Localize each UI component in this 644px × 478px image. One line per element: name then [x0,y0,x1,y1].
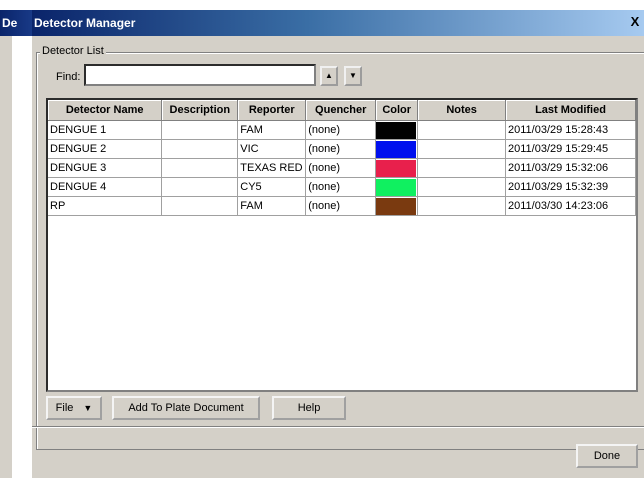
color-cell [375,177,419,197]
detector-name-cell: DENGUE 4 [48,177,163,197]
reporter-cell: FAM [237,120,307,140]
up-arrow-icon: ▲ [325,71,333,80]
detector-manager-dialog: Detector Manager X Detector List Find: ▲… [32,10,644,478]
description-cell [161,196,239,216]
quencher-cell: (none) [305,196,377,216]
table-row[interactable]: DENGUE 3 TEXAS RED (none) 2011/03/29 15:… [48,158,636,178]
help-label: Help [297,402,321,414]
column-header-detector-name[interactable]: Detector Name [48,100,163,121]
done-button[interactable]: Done [576,444,638,468]
color-cell [375,196,419,216]
color-swatch [376,121,417,139]
detector-table[interactable]: Detector Name Description Reporter Quenc… [46,98,638,392]
last-modified-cell: 2011/03/29 15:32:06 [505,158,636,178]
reporter-cell: CY5 [237,177,307,197]
down-arrow-icon: ▼ [349,71,357,80]
color-swatch [376,178,417,196]
column-header-color[interactable]: Color [375,100,419,121]
column-header-description[interactable]: Description [161,100,239,121]
notes-cell [417,158,507,178]
last-modified-cell: 2011/03/30 14:23:06 [505,196,636,216]
notes-cell [417,177,507,197]
description-cell [161,177,239,197]
description-cell [161,120,239,140]
detector-list-label: Detector List [40,44,106,58]
detector-name-cell: DENGUE 1 [48,120,163,140]
last-modified-cell: 2011/03/29 15:28:43 [505,120,636,140]
quencher-cell: (none) [305,177,377,197]
table-row[interactable]: DENGUE 2 VIC (none) 2011/03/29 15:29:45 [48,139,636,159]
detector-name-cell: RP [48,196,163,216]
dialog-title: Detector Manager [34,16,136,30]
add-to-plate-label: Add To Plate Document [128,402,244,414]
table-header-row: Detector Name Description Reporter Quenc… [48,100,636,121]
file-menu-button[interactable]: File ▼ [46,396,102,420]
file-button-label: File [55,402,74,414]
quencher-cell: (none) [305,120,377,140]
detector-name-cell: DENGUE 3 [48,158,163,178]
description-cell [161,158,239,178]
add-to-plate-document-button[interactable]: Add To Plate Document [112,396,260,420]
detector-name-cell: DENGUE 2 [48,139,163,159]
notes-cell [417,196,507,216]
column-header-quencher[interactable]: Quencher [305,100,377,121]
quencher-cell: (none) [305,158,377,178]
color-cell [375,158,419,178]
color-swatch [376,140,417,158]
screen-top-strip [0,0,644,10]
notes-cell [417,139,507,159]
column-header-last-modified[interactable]: Last Modified [505,100,636,121]
dialog-titlebar[interactable]: Detector Manager X [32,10,644,36]
column-header-notes[interactable]: Notes [417,100,507,121]
description-cell [161,139,239,159]
color-cell [375,139,419,159]
find-label: Find: [56,71,81,83]
table-row[interactable]: DENGUE 4 CY5 (none) 2011/03/29 15:32:39 [48,177,636,197]
reporter-cell: VIC [237,139,307,159]
quencher-cell: (none) [305,139,377,159]
notes-cell [417,120,507,140]
done-label: Done [593,450,621,462]
last-modified-cell: 2011/03/29 15:29:45 [505,139,636,159]
help-button[interactable]: Help [272,396,346,420]
footer-divider [32,426,644,428]
find-previous-button[interactable]: ▲ [320,66,338,86]
background-window-title: De [0,10,36,36]
chevron-down-icon: ▼ [83,403,93,413]
color-swatch [376,159,417,177]
color-cell [375,120,419,140]
reporter-cell: TEXAS RED [237,158,307,178]
find-input[interactable] [84,64,316,86]
column-header-reporter[interactable]: Reporter [237,100,307,121]
reporter-cell: FAM [237,196,307,216]
table-row[interactable]: RP FAM (none) 2011/03/30 14:23:06 [48,196,636,216]
close-icon[interactable]: X [628,14,642,30]
find-next-button[interactable]: ▼ [344,66,362,86]
last-modified-cell: 2011/03/29 15:32:39 [505,177,636,197]
color-swatch [376,197,417,215]
background-window-body [0,36,12,478]
table-row[interactable]: DENGUE 1 FAM (none) 2011/03/29 15:28:43 [48,120,636,140]
